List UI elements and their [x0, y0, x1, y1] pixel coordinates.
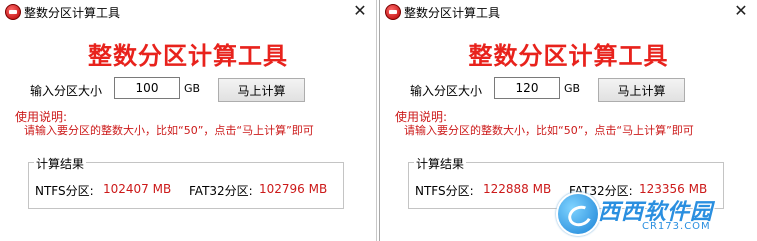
fat32-value: 102796 MB — [259, 182, 328, 196]
title-bar[interactable]: 整数分区计算工具 ✕ — [380, 0, 757, 24]
ntfs-label: NTFS分区: — [415, 184, 474, 198]
calculate-button[interactable]: 马上计算 — [598, 78, 685, 102]
ntfs-value: 102407 MB — [103, 182, 172, 196]
title-bar[interactable]: 整数分区计算工具 ✕ — [0, 0, 376, 24]
ntfs-label: NTFS分区: — [35, 184, 94, 198]
unit-label: GB — [184, 82, 201, 95]
help-text: 请输入要分区的整数大小，比如“50”，点击“马上计算”即可 — [24, 124, 314, 137]
result-group: 计算结果 NTFS分区: 102407 MB FAT32分区: 102796 M… — [28, 155, 344, 209]
watermark-logo-icon — [556, 192, 600, 236]
window-title: 整数分区计算工具 — [404, 6, 501, 20]
size-label: 输入分区大小 — [410, 84, 483, 98]
result-title: 计算结果 — [34, 155, 87, 172]
app-icon — [5, 4, 21, 20]
close-icon[interactable]: ✕ — [731, 1, 751, 21]
site-watermark: 西西软件园 CR173.COM — [556, 190, 751, 236]
app-heading: 整数分区计算工具 — [88, 42, 288, 70]
window-title: 整数分区计算工具 — [24, 6, 121, 20]
help-text: 请输入要分区的整数大小，比如“50”，点击“马上计算”即可 — [404, 124, 694, 137]
calculator-window-left: 整数分区计算工具 ✕ 整数分区计算工具 输入分区大小 GB 马上计算 使用说明:… — [0, 0, 377, 241]
partition-size-input[interactable] — [494, 77, 560, 99]
fat32-label: FAT32分区: — [189, 184, 253, 198]
unit-label: GB — [564, 82, 581, 95]
close-icon[interactable]: ✕ — [350, 1, 370, 21]
app-icon — [385, 4, 401, 20]
result-title: 计算结果 — [414, 155, 467, 172]
partition-size-input[interactable] — [114, 77, 180, 99]
app-heading: 整数分区计算工具 — [468, 42, 669, 70]
watermark-subtext: CR173.COM — [642, 221, 711, 232]
calculate-button[interactable]: 马上计算 — [218, 78, 305, 102]
size-label: 输入分区大小 — [30, 84, 103, 98]
ntfs-value: 122888 MB — [483, 182, 552, 196]
